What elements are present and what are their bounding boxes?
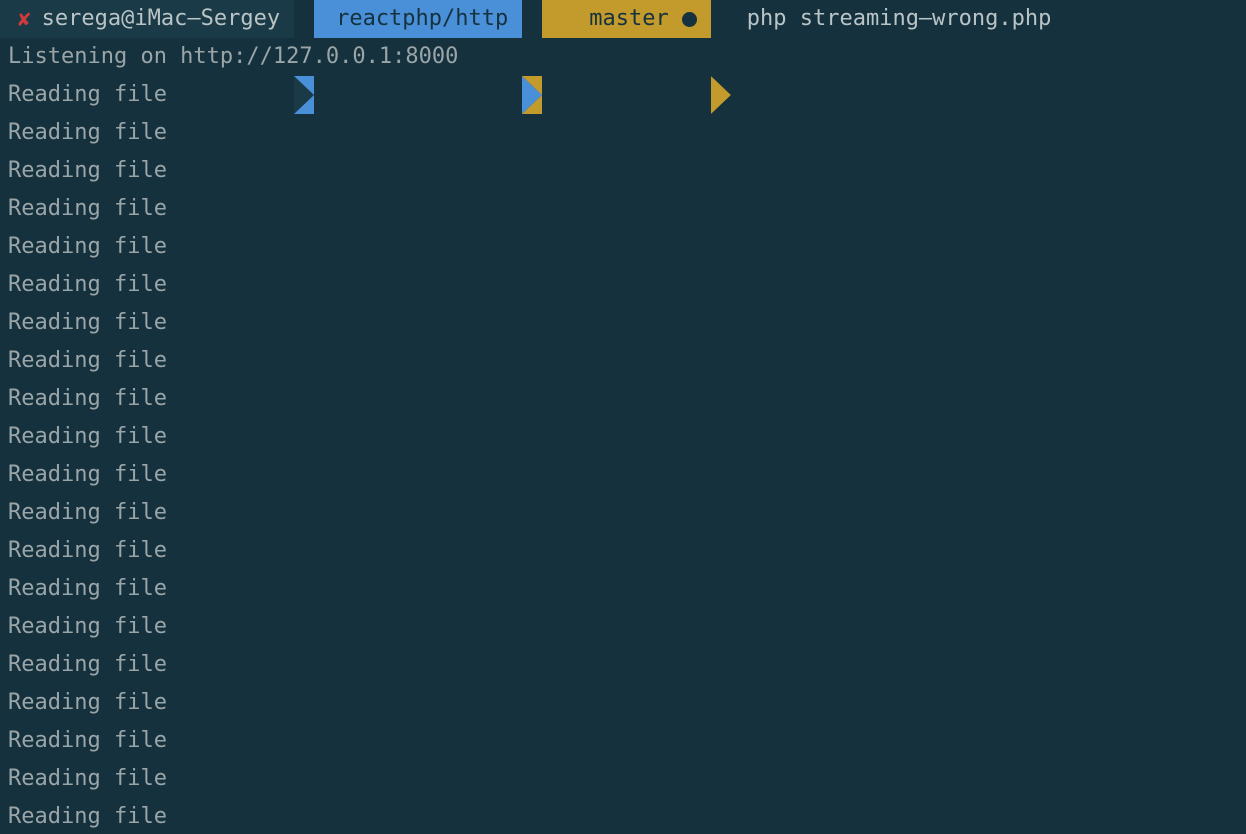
output-line: Reading file [8, 348, 167, 373]
output-line: Reading file [8, 386, 167, 411]
output-line: Reading file [8, 234, 167, 259]
output-line: Reading file [8, 804, 167, 829]
prompt-git-branch-label: master [589, 6, 669, 31]
output-line: Reading file [8, 538, 167, 563]
prompt-directory-label: reactphp/http [336, 6, 509, 31]
terminal-output: Listening on http://127.0.0.1:8000 Readi… [0, 38, 1246, 834]
output-line: Reading file [8, 766, 167, 791]
prompt-separator-dir-to-git [522, 0, 543, 114]
output-line: Reading file [8, 614, 167, 639]
output-line: Reading file [8, 424, 167, 449]
prompt-separator-git-to-command [710, 0, 731, 114]
command-input-text[interactable]: php streaming—wrong.php [731, 0, 1052, 38]
output-line: Reading file [8, 500, 167, 525]
output-line: Reading file [8, 690, 167, 715]
output-line: Reading file [8, 120, 167, 145]
prompt-separator-user-to-dir [294, 0, 315, 114]
shell-prompt-line: ✘ serega@iMac—Sergey reactphp/http maste… [0, 0, 1246, 114]
output-line: Reading file [8, 576, 167, 601]
prompt-segment-directory: reactphp/http [314, 0, 523, 38]
output-line: Reading file [8, 158, 167, 183]
output-line: Reading file [8, 272, 167, 297]
output-line: Reading file [8, 652, 167, 677]
prompt-user-host-label: serega@iMac—Sergey [41, 6, 281, 31]
prompt-segment-git: master [542, 0, 711, 71]
output-line: Reading file [8, 196, 167, 221]
exit-status-failed-icon: ✘ [18, 7, 31, 31]
output-line: Reading file [8, 728, 167, 753]
terminal-window[interactable]: ✘ serega@iMac—Sergey reactphp/http maste… [0, 0, 1246, 834]
git-branch-icon [562, 9, 684, 71]
output-line: Reading file [8, 310, 167, 335]
output-line: Reading file [8, 462, 167, 487]
git-dirty-indicator-icon [681, 11, 697, 27]
prompt-segment-user: ✘ serega@iMac—Sergey [0, 0, 295, 38]
